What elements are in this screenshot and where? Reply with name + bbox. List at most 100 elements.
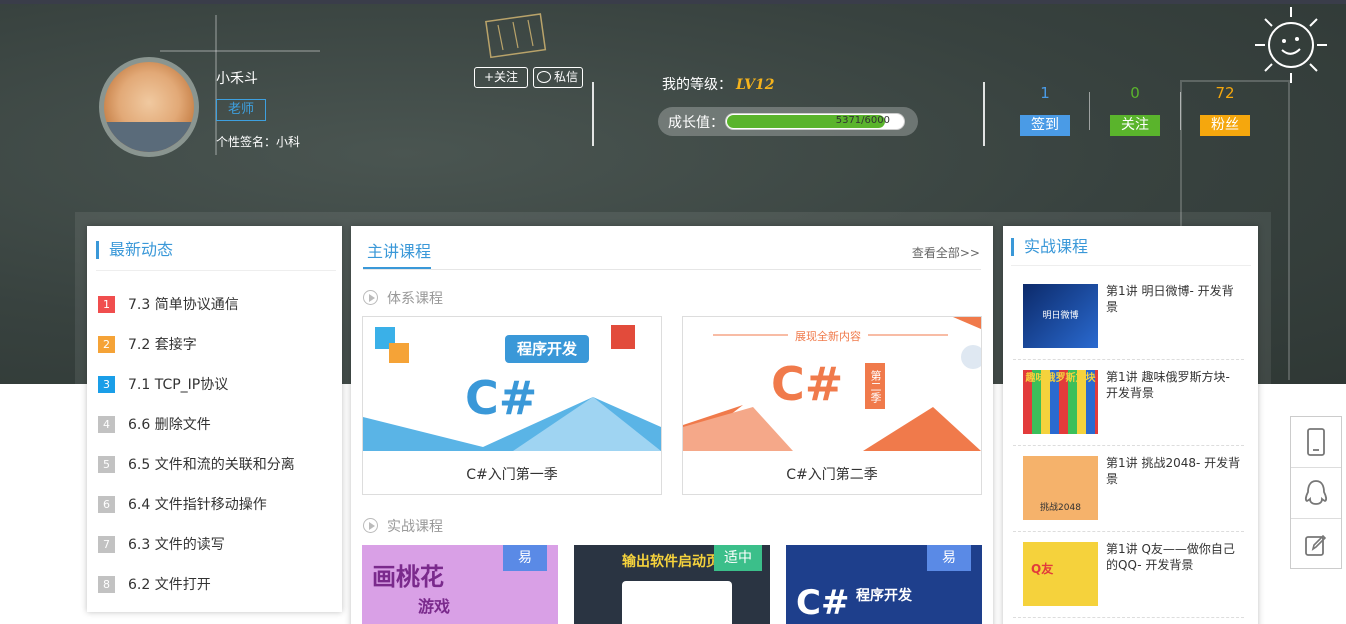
practice-list: 明日微博 第1讲 明日微博- 开发背景 趣味俄罗斯方块 第1讲 趣味俄罗斯方块-… — [1013, 274, 1244, 618]
rank-badge: 1 — [98, 295, 115, 313]
news-item-title[interactable]: 6.2 文件打开 — [128, 574, 211, 594]
growth-progress-bar: 5371/6000 — [725, 113, 905, 130]
practice-item-title[interactable]: 第1讲 明日微博- 开发背景 — [1106, 283, 1241, 315]
divider — [983, 82, 985, 146]
qq-penguin-icon — [1305, 480, 1327, 505]
rank-badge: 4 — [98, 415, 115, 433]
divider — [1011, 265, 1251, 266]
news-item[interactable]: 1 7.3 简单协议通信 — [98, 284, 295, 324]
growth-meter: 成长值： 5371/6000 — [658, 107, 918, 136]
practice-item-title[interactable]: 第1讲 挑战2048- 开发背景 — [1106, 455, 1241, 487]
practice-cover-art — [622, 581, 732, 624]
stat-fans[interactable]: 72 粉丝 — [1200, 84, 1250, 136]
news-item-title[interactable]: 6.4 文件指针移动操作 — [128, 494, 267, 514]
practice-courses-panel: 实战课程 明日微博 第1讲 明日微博- 开发背景 趣味俄罗斯方块 第1讲 趣味俄… — [1003, 226, 1258, 624]
stat-count: 1 — [1040, 84, 1050, 102]
news-item-title[interactable]: 6.3 文件的读写 — [128, 534, 225, 554]
view-all-link[interactable]: 查看全部>> — [912, 244, 980, 261]
practice-item-title[interactable]: 第1讲 Q友——做你自己的QQ- 开发背景 — [1106, 541, 1241, 573]
stat-checkin[interactable]: 1 签到 — [1020, 84, 1070, 136]
practice-cover-logo: C# — [796, 583, 850, 623]
play-circle-icon — [363, 290, 378, 305]
stat-following[interactable]: 0 关注 — [1110, 84, 1160, 136]
follow-button[interactable]: +关注 — [474, 67, 528, 88]
difficulty-badge: 易 — [927, 545, 971, 571]
chalk-mark — [160, 50, 320, 52]
practice-list-item[interactable]: 趣味俄罗斯方块 第1讲 趣味俄罗斯方块- 开发背景 — [1013, 360, 1244, 446]
practice-cover-title: 画桃花 — [372, 563, 444, 591]
news-item[interactable]: 3 7.1 TCP_IP协议 — [98, 364, 295, 404]
course-card[interactable]: 展现全新内容 C# 第二季 C#入门第二季 — [682, 316, 982, 495]
message-button[interactable]: 私信 — [533, 67, 583, 88]
rank-badge: 7 — [98, 535, 115, 553]
role-badge: 老师 — [216, 99, 266, 121]
system-courses-label: 体系课程 — [387, 291, 443, 307]
sun-doodle-icon — [1255, 7, 1327, 83]
practice-thumbnail[interactable]: 明日微博 — [1023, 284, 1098, 348]
practice-thumbnail[interactable]: 趣味俄罗斯方块 — [1023, 370, 1098, 434]
course-card[interactable]: 程序开发 C# C#入门第一季 — [362, 316, 662, 495]
feedback-button[interactable] — [1291, 519, 1341, 570]
practice-cover-title: 程序开发 — [856, 588, 912, 604]
play-circle-icon — [363, 518, 378, 533]
course-name[interactable]: C#入门第二季 — [683, 464, 981, 484]
practice-courses-label: 实战课程 — [387, 519, 443, 535]
practice-list-item[interactable]: Q友 第1讲 Q友——做你自己的QQ- 开发背景 — [1013, 532, 1244, 618]
practice-list-item[interactable]: 明日微博 第1讲 明日微博- 开发背景 — [1013, 274, 1244, 360]
news-item-title[interactable]: 7.1 TCP_IP协议 — [128, 374, 228, 394]
practice-list-item[interactable]: 挑战2048 第1讲 挑战2048- 开发背景 — [1013, 446, 1244, 532]
stat-count: 0 — [1130, 84, 1140, 102]
news-item[interactable]: 6 6.4 文件指针移动操作 — [98, 484, 295, 524]
main-courses-panel: 主讲课程 查看全部>> 体系课程 程序开发 C# C#入门第一季 展现全新内容 … — [351, 226, 993, 624]
course-name[interactable]: C#入门第一季 — [363, 464, 661, 484]
news-item-title[interactable]: 7.3 简单协议通信 — [128, 294, 239, 314]
practice-course-card[interactable]: 程序开发 C# 易 — [786, 545, 982, 624]
growth-label: 成长值： — [668, 115, 724, 131]
message-button-label: 私信 — [554, 70, 579, 84]
rank-badge: 3 — [98, 375, 115, 393]
news-item-title[interactable]: 6.6 删除文件 — [128, 414, 211, 434]
level-display: 我的等级： LV12 — [662, 74, 775, 94]
divider — [96, 270, 336, 271]
course-banner: 展现全新内容 — [795, 330, 861, 343]
practice-course-card[interactable]: 画桃花 游戏 易 — [362, 545, 558, 624]
qq-contact-button[interactable] — [1291, 468, 1341, 519]
level-value: LV12 — [736, 77, 775, 93]
mobile-phone-icon — [1307, 428, 1325, 456]
divider — [1180, 92, 1181, 130]
edit-note-icon — [1305, 534, 1327, 556]
user-name: 小禾斗 — [216, 71, 258, 87]
user-signature: 个性签名：小科 — [216, 135, 301, 149]
practice-cover-title: 输出软件启动页 — [622, 554, 720, 570]
divider — [1089, 92, 1090, 130]
news-list: 1 7.3 简单协议通信 2 7.2 套接字 3 7.1 TCP_IP协议 4 6.6 … — [98, 284, 295, 604]
news-item[interactable]: 2 7.2 套接字 — [98, 324, 295, 364]
tab-main-courses[interactable]: 主讲课程 — [367, 238, 431, 262]
latest-news-panel: 最新动态 1 7.3 简单协议通信 2 7.2 套接字 3 7.1 TCP_IP协议 … — [87, 226, 342, 612]
rank-badge: 6 — [98, 495, 115, 513]
news-item[interactable]: 7 6.3 文件的读写 — [98, 524, 295, 564]
course-cover-title: C# — [465, 371, 538, 425]
news-item[interactable]: 4 6.6 删除文件 — [98, 404, 295, 444]
stat-label-fans[interactable]: 粉丝 — [1200, 115, 1250, 136]
stat-label-following[interactable]: 关注 — [1110, 115, 1160, 136]
mobile-app-button[interactable] — [1291, 417, 1341, 468]
news-item-title[interactable]: 7.2 套接字 — [128, 334, 197, 354]
news-item[interactable]: 5 6.5 文件和流的关联和分离 — [98, 444, 295, 484]
floating-toolbar — [1290, 416, 1342, 569]
difficulty-badge: 适中 — [714, 545, 762, 571]
practice-thumbnail[interactable]: Q友 — [1023, 542, 1098, 606]
user-avatar[interactable] — [99, 57, 199, 157]
chat-bubble-icon — [537, 71, 551, 83]
course-cover: 展现全新内容 C# 第二季 — [683, 317, 981, 451]
latest-news-title: 最新动态 — [96, 241, 173, 259]
stat-label-checkin[interactable]: 签到 — [1020, 115, 1070, 136]
news-item-title[interactable]: 6.5 文件和流的关联和分离 — [128, 454, 295, 474]
practice-thumbnail[interactable]: 挑战2048 — [1023, 456, 1098, 520]
practice-item-title[interactable]: 第1讲 趣味俄罗斯方块- 开发背景 — [1106, 369, 1241, 401]
divider — [363, 269, 981, 270]
pencil-box-doodle-icon — [485, 13, 547, 59]
practice-course-card[interactable]: 输出软件启动页 适中 — [574, 545, 770, 624]
news-item[interactable]: 8 6.2 文件打开 — [98, 564, 295, 604]
divider — [592, 82, 594, 146]
